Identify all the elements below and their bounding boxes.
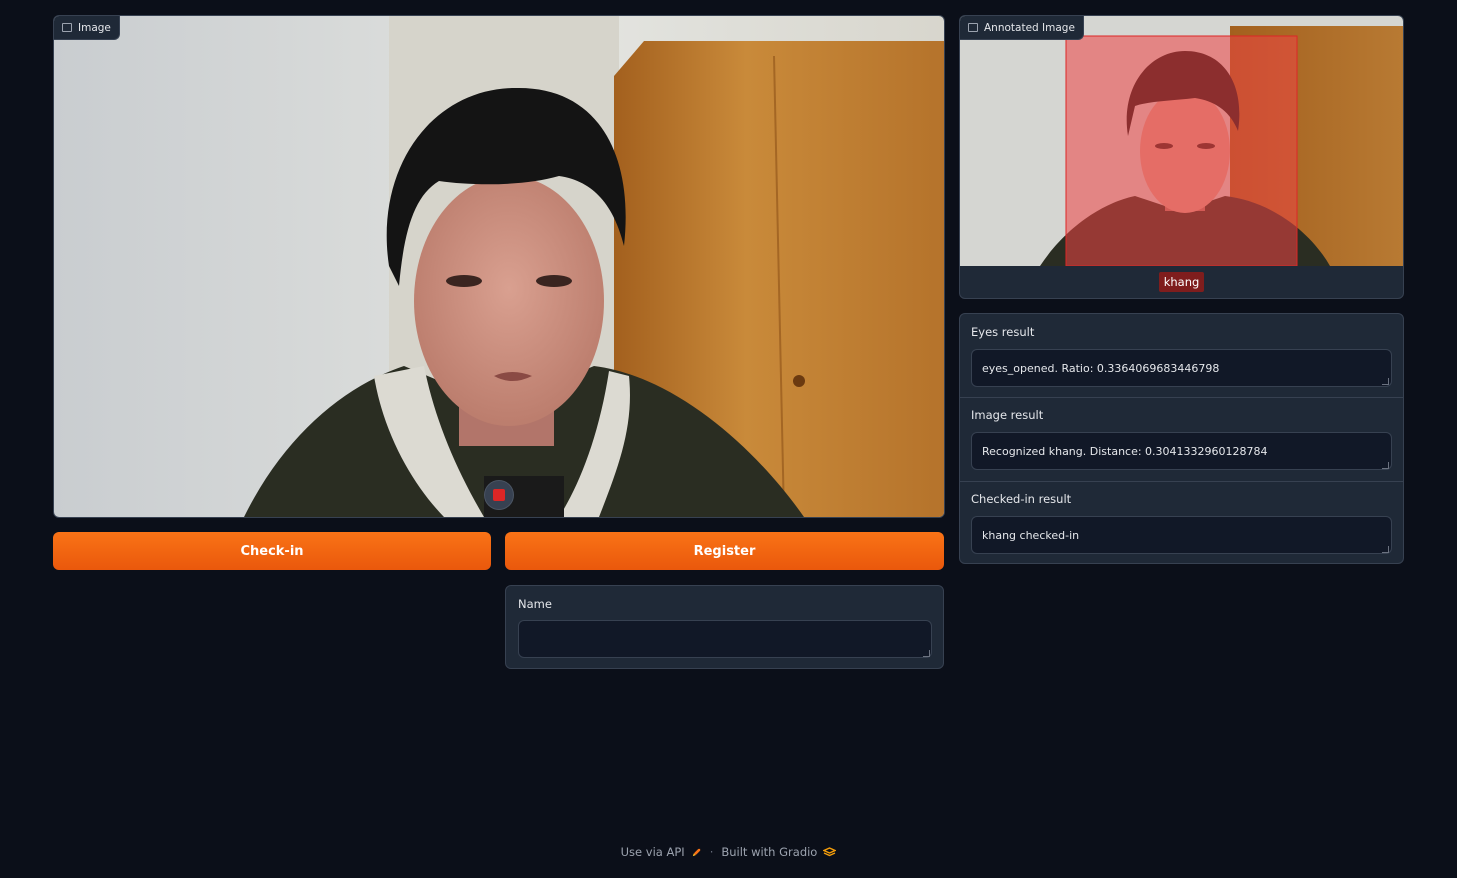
resize-handle-icon[interactable]: [1382, 378, 1389, 385]
register-button[interactable]: Register: [505, 532, 944, 570]
checked-in-result-label: Checked-in result: [971, 492, 1072, 506]
image-panel-label: Image: [54, 16, 120, 40]
built-with-gradio-text: Built with Gradio: [721, 845, 818, 859]
annotated-panel-label-text: Annotated Image: [984, 21, 1075, 34]
image-icon: [62, 23, 72, 32]
resize-handle-icon[interactable]: [923, 650, 930, 657]
rocket-icon: [692, 848, 700, 856]
check-in-button[interactable]: Check-in: [53, 532, 491, 570]
name-input[interactable]: [518, 620, 932, 658]
use-via-api-link[interactable]: Use via API: [621, 845, 702, 859]
eyes-result-label: Eyes result: [971, 325, 1035, 339]
annotated-photo: [960, 16, 1403, 266]
image-panel-label-text: Image: [78, 21, 111, 34]
resize-handle-icon[interactable]: [1382, 546, 1389, 553]
eyes-result-output[interactable]: eyes_opened. Ratio: 0.3364069683446798: [971, 349, 1392, 387]
webcam-image-panel: Image: [53, 15, 945, 518]
resize-handle-icon[interactable]: [1382, 462, 1389, 469]
webcam-photo: [54, 16, 944, 517]
image-result-block: Image result Recognized khang. Distance:…: [960, 398, 1403, 481]
image-icon: [968, 23, 978, 32]
footer-separator: ·: [709, 845, 714, 859]
results-panel: Eyes result eyes_opened. Ratio: 0.336406…: [959, 313, 1404, 564]
annotated-panel-label: Annotated Image: [960, 16, 1084, 40]
checked-in-result-block: Checked-in result khang checked-in: [960, 482, 1403, 563]
annotated-image-panel: Annotated Image khang: [959, 15, 1404, 299]
image-result-output[interactable]: Recognized khang. Distance: 0.3041332960…: [971, 432, 1392, 470]
annotation-legend: khang: [960, 266, 1403, 298]
gradio-logo-icon: [823, 846, 837, 856]
name-field-block: Name: [505, 585, 944, 669]
stop-recording-button[interactable]: [484, 480, 514, 510]
eyes-result-block: Eyes result eyes_opened. Ratio: 0.336406…: [960, 314, 1403, 397]
app-root: Image Check-in Register Name Annotated I…: [0, 0, 1457, 878]
footer: Use via API · Built with Gradio: [0, 845, 1457, 859]
built-with-gradio-link[interactable]: Built with Gradio: [721, 845, 837, 859]
name-field-label: Name: [518, 597, 552, 611]
checked-in-result-output[interactable]: khang checked-in: [971, 516, 1392, 554]
use-via-api-text: Use via API: [620, 845, 685, 859]
image-result-label: Image result: [971, 408, 1044, 422]
annotation-label-chip[interactable]: khang: [1158, 272, 1205, 292]
stop-icon: [493, 489, 505, 501]
